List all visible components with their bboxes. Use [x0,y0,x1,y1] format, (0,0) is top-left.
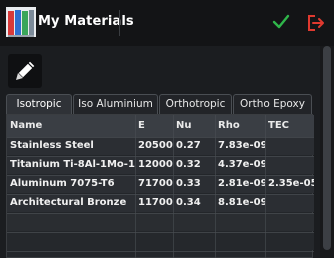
tab-orthotropic[interactable]: Orthotropic [159,94,232,114]
pencil-icon [15,60,36,81]
cell-nu: 0.34 [176,197,201,208]
cell-e: 205000 [138,140,173,151]
books-icon [6,7,36,37]
title-divider [119,10,120,36]
cell-tec: 2.35e-05 [268,178,314,189]
tab-isotropic[interactable]: Isotropic [6,94,72,114]
cell-rho: 8.81e-09 [218,197,265,208]
row-divider [7,194,314,195]
column-header-rho[interactable]: Rho [215,115,265,137]
cell-name: Stainless Steel [10,140,94,151]
row-divider [7,251,314,252]
table-row[interactable]: Stainless Steel 205000 0.27 7.83e-09 [7,137,314,155]
cell-nu: 0.33 [176,178,201,189]
row-divider [7,137,314,138]
tab-iso-aluminium[interactable]: Iso Aluminium [73,94,158,114]
column-divider [173,115,174,258]
row-divider [7,232,314,233]
table-row[interactable]: Aluminum 7075-T6 71700 0.33 2.81e-09 2.3… [7,175,314,193]
cell-e: 120000 [138,159,173,170]
checkmark-icon[interactable] [272,13,290,31]
column-divider [215,115,216,258]
tab-ortho-epoxy[interactable]: Ortho Epoxy [233,94,312,114]
row-divider [7,175,314,176]
cell-name: Architectural Bronze [10,197,127,208]
cell-nu: 0.32 [176,159,201,170]
cell-tec [265,194,314,212]
column-divider [135,115,136,258]
cell-e: 117000 [138,197,173,208]
cell-rho: 7.83e-09 [218,140,265,151]
cell-e: 71700 [138,178,173,189]
table-row-empty[interactable] [7,213,314,231]
exit-door-icon[interactable] [307,14,325,32]
column-header-e[interactable]: E [135,115,173,137]
column-divider [265,115,266,258]
row-divider [7,156,314,157]
row-divider [7,213,314,214]
column-header-tec[interactable]: TEC [265,115,314,137]
cell-nu: 0.27 [176,140,201,151]
table-row[interactable]: Architectural Bronze 117000 0.34 8.81e-0… [7,194,314,212]
table-row-empty[interactable] [7,232,314,250]
cell-rho: 2.81e-09 [218,178,265,189]
scrollbar-thumb[interactable] [323,46,331,250]
cell-tec [265,137,314,155]
edit-button[interactable] [8,54,42,88]
cell-name: Titanium Ti-8Al-1Mo-1V [10,159,135,170]
column-header-nu[interactable]: Nu [173,115,215,137]
materials-table: Name E Nu Rho TEC Stainless Steel 20500 0… [6,114,314,258]
cell-tec [265,156,314,174]
title-bar: My Materials [0,0,334,46]
table-header: Name E Nu Rho TEC [7,115,314,137]
cell-name: Aluminum 7075-T6 [10,178,115,189]
column-header-name[interactable]: Name [7,115,135,137]
table-row[interactable]: Titanium Ti-8Al-1Mo-1V 120000 0.32 4.37e… [7,156,314,174]
cell-rho: 4.37e-09 [218,159,265,170]
